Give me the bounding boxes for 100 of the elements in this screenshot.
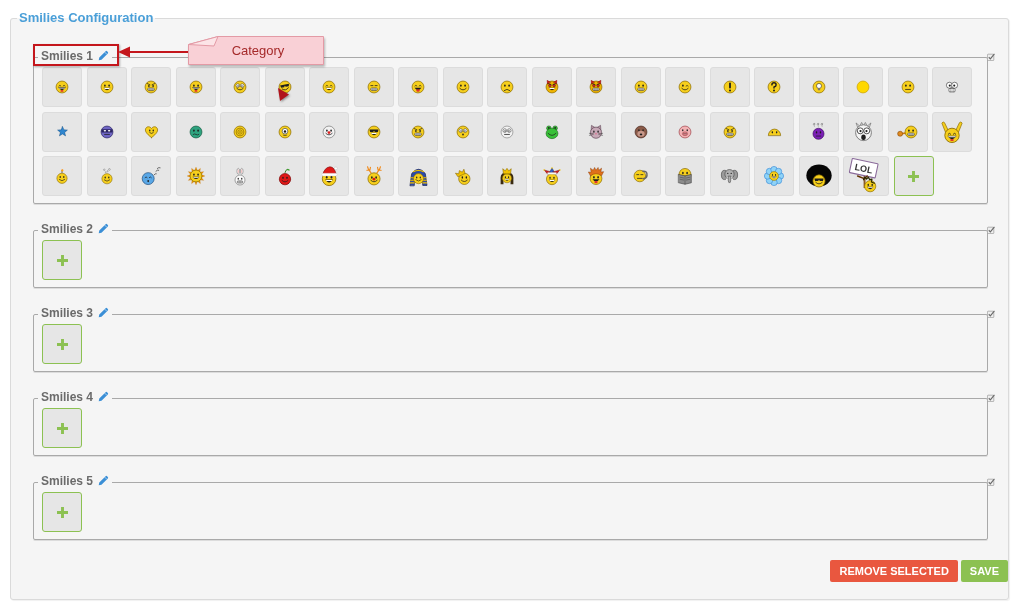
crowned-face-icon [454, 167, 471, 185]
pencil-icon[interactable] [98, 307, 110, 318]
smiley-tile[interactable] [887, 111, 928, 152]
smiley-tile[interactable] [131, 111, 171, 152]
sick-face-icon [188, 124, 203, 139]
pencil-icon[interactable] [98, 475, 110, 486]
smiley-tile[interactable] [131, 67, 171, 107]
smiley-tile[interactable] [620, 156, 661, 196]
smiley-tile[interactable] [220, 111, 260, 152]
smiley-tile[interactable] [798, 156, 839, 196]
smiley-tile[interactable] [220, 156, 260, 196]
peeking-face-icon [767, 127, 781, 136]
smiley-tile[interactable] [175, 156, 216, 196]
smiley-tile[interactable] [86, 156, 127, 196]
blank-face-icon [856, 80, 870, 94]
smiley-tile[interactable] [487, 67, 527, 107]
add-button[interactable] [42, 492, 82, 532]
one-eyed-face-icon [277, 124, 292, 139]
smiley-tile[interactable] [843, 67, 883, 107]
save-button[interactable]: SAVE [960, 560, 1008, 582]
checkbox-icon[interactable] [987, 53, 995, 61]
smiley-tile[interactable] [932, 67, 972, 107]
smiley-tile[interactable] [665, 156, 705, 196]
winking-face-icon [678, 80, 692, 94]
smiley-tile[interactable] [398, 67, 438, 107]
question-icon [767, 80, 781, 94]
smiley-tile[interactable] [531, 111, 572, 152]
smiley-tile[interactable] [86, 111, 127, 152]
smiley-tile[interactable] [843, 111, 883, 152]
add-button[interactable] [42, 408, 82, 448]
smiley-tile[interactable] [798, 111, 839, 152]
plus-icon [56, 506, 68, 518]
plus-icon [56, 422, 68, 434]
pharaoh-face-icon [409, 166, 427, 186]
smiley-tile[interactable] [442, 67, 483, 107]
smiley-tile[interactable] [620, 67, 661, 107]
checkbox-icon[interactable] [987, 394, 995, 402]
pig-face-icon [678, 124, 692, 139]
callout-label: Category [188, 36, 324, 65]
smiley-tile[interactable] [264, 111, 305, 152]
smiley-tile[interactable] [42, 156, 82, 196]
smiley-tile[interactable] [398, 156, 438, 196]
smiley-tile[interactable] [576, 67, 616, 107]
grinning-face-icon [722, 124, 737, 139]
smiley-tile[interactable] [264, 156, 305, 196]
smiley-tile[interactable] [86, 67, 127, 107]
smiley-tile[interactable] [754, 156, 794, 196]
smiley-tile[interactable] [754, 67, 794, 107]
smiley-tile[interactable] [42, 111, 82, 152]
add-button[interactable] [42, 324, 82, 364]
smiley-tile[interactable] [709, 67, 750, 107]
gritted-teeth-face-icon [366, 80, 381, 94]
smiley-tile[interactable] [487, 156, 527, 196]
smiley-tile[interactable] [665, 67, 705, 107]
flower-face-icon [764, 166, 784, 186]
smiley-tile[interactable] [576, 156, 616, 196]
checkbox-icon[interactable] [987, 478, 995, 486]
smiley-tile[interactable] [665, 111, 705, 152]
shocked-face-icon [500, 124, 514, 139]
category-title: Smilies 2 [41, 222, 94, 236]
smiley-tile[interactable] [442, 156, 483, 196]
smiley-tile[interactable] [309, 156, 349, 196]
smiley-tile[interactable] [264, 67, 305, 107]
category-title: Smilies 4 [41, 390, 94, 404]
phone-face-icon [633, 169, 648, 183]
arms-raised-face-icon [941, 120, 963, 143]
smiley-tile[interactable] [442, 111, 483, 152]
smiley-tile[interactable] [309, 67, 349, 107]
smiley-tile[interactable] [175, 111, 216, 152]
smiley-tile[interactable] [309, 111, 349, 152]
checkbox-icon[interactable] [987, 226, 995, 234]
smiley-tile[interactable] [709, 111, 750, 152]
pencil-icon[interactable] [98, 391, 110, 402]
smiley-tile[interactable] [798, 67, 839, 107]
add-button[interactable] [893, 156, 934, 196]
smiley-tile[interactable] [398, 111, 438, 152]
remove-selected-button[interactable]: REMOVE SELECTED [830, 560, 958, 582]
smiley-tile[interactable] [353, 156, 394, 196]
confused-face-icon [812, 123, 825, 140]
smiley-tile[interactable] [42, 67, 82, 107]
add-button[interactable] [42, 240, 82, 280]
pencil-icon[interactable] [98, 50, 110, 61]
smiley-tile[interactable] [353, 111, 394, 152]
smiley-tile[interactable] [175, 67, 216, 107]
smiley-tile[interactable] [353, 67, 394, 107]
light-bulb-icon [811, 80, 826, 94]
smiley-tile[interactable] [576, 111, 616, 152]
smiley-tile[interactable] [754, 111, 794, 152]
smiley-tile[interactable] [531, 156, 572, 196]
smiley-tile[interactable] [531, 67, 572, 107]
smiley-tile[interactable] [932, 111, 972, 152]
smiley-tile[interactable] [131, 156, 171, 196]
pencil-icon[interactable] [98, 223, 110, 234]
elephant-icon [721, 168, 738, 184]
checkbox-icon[interactable] [987, 310, 995, 318]
smiley-tile[interactable] [709, 156, 750, 196]
smiley-tile[interactable] [220, 67, 260, 107]
smiley-tile[interactable] [620, 111, 661, 152]
smiley-tile[interactable] [887, 67, 928, 107]
smiley-tile[interactable] [487, 111, 527, 152]
